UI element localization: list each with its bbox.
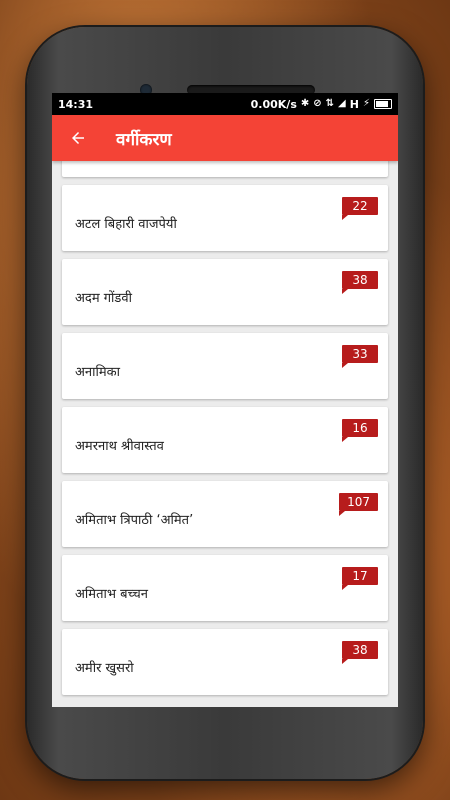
item-name: अमिताभ त्रिपाठी ‘अमित’ (75, 513, 194, 528)
item-name: अनामिका (75, 365, 121, 380)
bluetooth-icon: ✱ (300, 98, 310, 109)
count-badge: 38 (342, 641, 378, 664)
app-toolbar: वर्गीकरण (52, 115, 398, 161)
data-arrows-icon: ⇅ (325, 98, 335, 109)
count-badge: 22 (342, 197, 378, 220)
signal-icon: ◢ (338, 98, 346, 109)
count-badge: 16 (342, 419, 378, 442)
list-item[interactable]: अटल बिहारी वाजपेयी 22 (62, 185, 388, 251)
page-title: वर्गीकरण (116, 129, 172, 150)
item-name: अमीर खुसरो (75, 661, 134, 676)
item-name: अमिताभ बच्चन (75, 587, 148, 602)
back-button[interactable] (52, 115, 104, 161)
network-type: H (349, 97, 359, 111)
screen: 14:31 0.00K/s ✱ ⊘ ⇅ ◢ H ⚡ वर्गीकरण अटल ब… (52, 93, 398, 707)
status-bar: 14:31 0.00K/s ✱ ⊘ ⇅ ◢ H ⚡ (52, 93, 398, 115)
network-speed: 0.00K/s (250, 97, 297, 111)
category-list: अटल बिहारी वाजपेयी 22 अदम गोंडवी 38 अनाम… (52, 157, 398, 695)
charging-icon: ⚡ (362, 98, 370, 109)
list-item[interactable]: अमीर खुसरो 38 (62, 629, 388, 695)
arrow-back-icon (72, 132, 84, 144)
list-item[interactable]: अदम गोंडवी 38 (62, 259, 388, 325)
count-badge: 33 (342, 345, 378, 368)
status-time: 14:31 (58, 97, 94, 111)
list-item[interactable]: अनामिका 33 (62, 333, 388, 399)
list-item[interactable]: अमिताभ त्रिपाठी ‘अमित’ 107 (62, 481, 388, 547)
count-badge: 38 (342, 271, 378, 294)
list-item[interactable]: अमिताभ बच्चन 17 (62, 555, 388, 621)
count-badge: 107 (339, 493, 378, 516)
count-badge: 17 (342, 567, 378, 590)
item-name: अमरनाथ श्रीवास्तव (75, 439, 164, 454)
alarm-off-icon: ⊘ (313, 98, 322, 109)
item-name: अदम गोंडवी (75, 291, 132, 306)
item-name: अटल बिहारी वाजपेयी (75, 217, 177, 232)
battery-icon (374, 99, 392, 109)
list-item[interactable]: अमरनाथ श्रीवास्तव 16 (62, 407, 388, 473)
status-icons: 0.00K/s ✱ ⊘ ⇅ ◢ H ⚡ (251, 98, 392, 111)
